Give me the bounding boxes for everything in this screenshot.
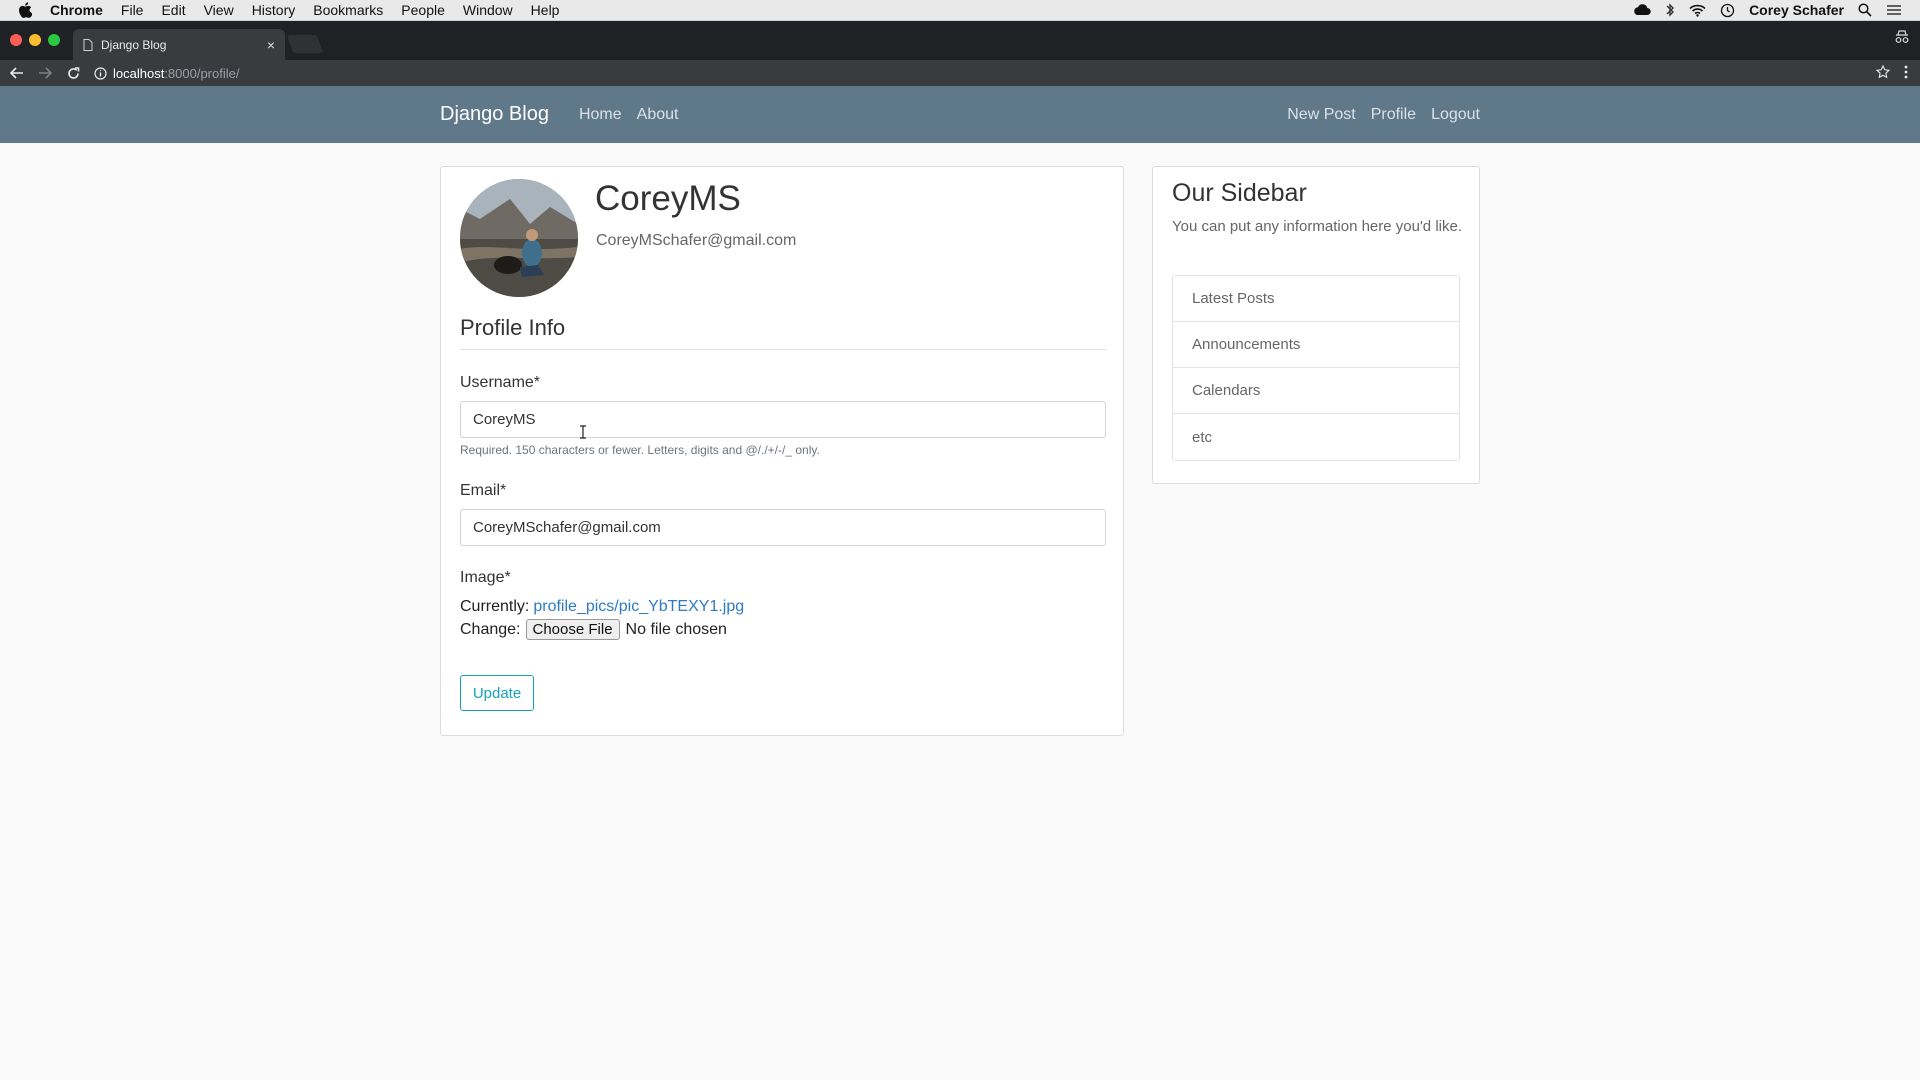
browser-tabstrip: Django Blog × [0,21,1920,60]
currently-label: Currently: [460,598,530,615]
info-icon[interactable] [94,66,107,80]
username-field[interactable]: CoreyMS [460,401,1106,438]
sidebar-item-etc[interactable]: etc [1173,414,1459,460]
sidebar: Our Sidebar You can put any information … [1152,166,1480,484]
email-field-value: CoreyMSchafer@gmail.com [473,519,661,536]
sidebar-list: Latest Posts Announcements Calendars etc [1172,275,1460,461]
toolbar-actions [1875,64,1908,82]
wifi-icon[interactable] [1689,4,1706,17]
email-field[interactable]: CoreyMSchafer@gmail.com [460,509,1106,546]
update-button[interactable]: Update [460,675,534,711]
sidebar-item-latest-posts[interactable]: Latest Posts [1173,276,1459,322]
close-window-button[interactable] [10,34,22,46]
url-host: localhost [113,65,165,81]
minimize-window-button[interactable] [29,34,41,46]
close-tab-icon[interactable]: × [267,37,275,53]
menu-edit[interactable]: Edit [161,0,185,21]
incognito-icon [1894,30,1910,49]
browser-toolbar: localhost:8000/profile/ [0,60,1920,86]
no-file-chosen-text: No file chosen [625,620,727,638]
menu-people[interactable]: People [401,0,445,21]
menu-bookmarks[interactable]: Bookmarks [313,0,383,21]
cloud-icon[interactable] [1633,4,1651,16]
sidebar-title: Our Sidebar [1172,179,1307,207]
clock-icon[interactable] [1720,3,1735,18]
username-field-value: CoreyMS [473,411,536,428]
current-image-row: Currently: profile_pics/pic_YbTEXY1.jpg [460,598,744,616]
tab-title: Django Blog [101,37,167,52]
bluetooth-icon[interactable] [1665,3,1675,17]
account-username: CoreyMS [595,179,741,218]
email-label: Email* [460,482,507,499]
os-menubar: Chrome File Edit View History Bookmarks … [0,0,1920,21]
spotlight-search-icon[interactable] [1858,3,1872,17]
username-label: Username* [460,374,541,391]
text-cursor-icon [579,425,587,444]
window-controls [10,34,60,46]
menu-window[interactable]: Window [463,0,513,21]
apple-icon[interactable] [18,2,36,18]
profile-info-heading: Profile Info [460,315,1106,350]
zoom-window-button[interactable] [48,34,60,46]
menu-help[interactable]: Help [531,0,560,21]
change-image-row: Change: Choose File No file chosen [460,619,727,640]
new-tab-button[interactable] [286,35,324,53]
current-image-link[interactable]: profile_pics/pic_YbTEXY1.jpg [533,598,744,616]
browser-tab[interactable]: Django Blog × [73,29,285,60]
menu-history[interactable]: History [252,0,296,21]
address-bar[interactable]: localhost:8000/profile/ [94,66,1876,81]
page-icon [83,38,93,51]
bookmark-star-icon[interactable] [1875,64,1891,82]
profile-card: CoreyMS CoreyMSchafer@gmail.com Profile … [440,166,1124,736]
username-help-text: Required. 150 characters or fewer. Lette… [460,443,820,457]
nav-home-link[interactable]: Home [579,106,622,124]
user-name[interactable]: Corey Schafer [1749,2,1844,18]
menu-view[interactable]: View [204,0,234,21]
avatar [460,179,578,297]
menu-file[interactable]: File [121,0,144,21]
choose-file-button[interactable]: Choose File [525,619,620,640]
nav-logout-link[interactable]: Logout [1431,106,1480,124]
forward-icon[interactable] [34,62,56,84]
nav-new-post-link[interactable]: New Post [1287,106,1355,124]
nav-right-group: New Post Profile Logout [1272,106,1480,124]
sidebar-item-calendars[interactable]: Calendars [1173,368,1459,414]
menu-app-name[interactable]: Chrome [50,0,103,21]
url-path: :8000/profile/ [164,65,240,81]
browser-menu-icon[interactable] [1904,65,1908,82]
status-area: Corey Schafer [1633,2,1902,18]
nav-about-link[interactable]: About [637,106,679,124]
back-icon[interactable] [6,62,28,84]
image-label: Image* [460,569,511,586]
reload-icon[interactable] [62,62,84,84]
account-email: CoreyMSchafer@gmail.com [596,232,797,249]
sidebar-text: You can put any information here you'd l… [1172,218,1462,235]
change-label: Change: [460,620,521,638]
site-navbar: Django Blog Home About New Post Profile … [0,86,1920,143]
brand-link[interactable]: Django Blog [440,103,549,126]
sidebar-item-announcements[interactable]: Announcements [1173,322,1459,368]
nav-profile-link[interactable]: Profile [1371,106,1416,124]
notification-center-icon[interactable] [1886,4,1902,16]
